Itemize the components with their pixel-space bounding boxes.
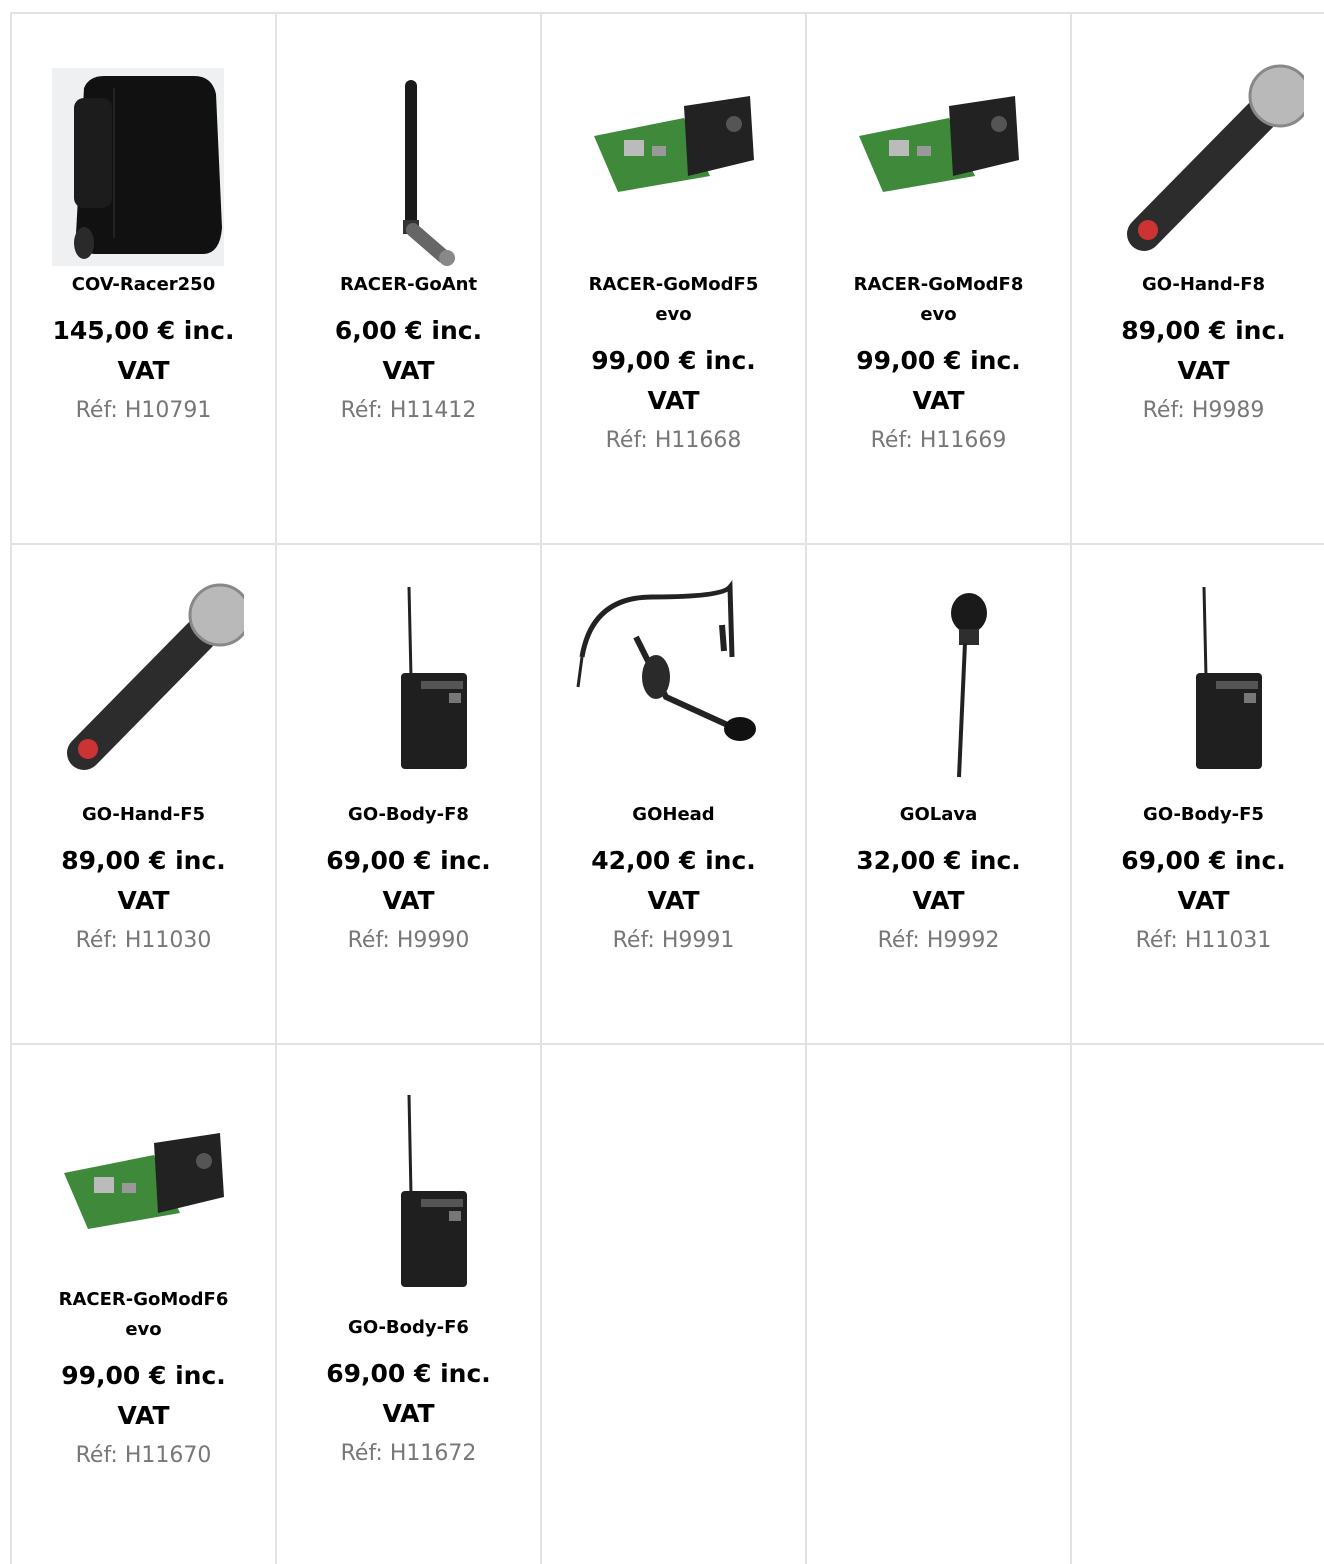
handheld-microphone-icon [1126, 64, 1304, 251]
product-name[interactable]: RACER-GoModF6 evo [12, 1285, 275, 1345]
product-image[interactable] [277, 58, 540, 268]
product-image[interactable] [277, 1095, 540, 1305]
bodypack-transmitter-icon [400, 586, 467, 769]
product-image[interactable] [542, 58, 805, 268]
product-name[interactable]: GO-Body-F5 [1072, 800, 1324, 830]
product-name[interactable]: RACER-GoModF8 evo [807, 270, 1070, 330]
product-image[interactable] [277, 577, 540, 787]
product-price: 99,00 € inc. VAT [856, 346, 1021, 415]
speaker-cover-icon [51, 68, 224, 266]
product-name[interactable]: RACER-GoModF5 evo [542, 270, 805, 330]
product-image[interactable] [542, 577, 805, 787]
grid-divider [10, 1043, 1324, 1045]
product-price: 69,00 € inc. VAT [326, 1359, 491, 1428]
product-reference: Réf: H11412 [340, 398, 477, 423]
product-price: 99,00 € inc. VAT [591, 346, 756, 415]
product-reference: Réf: H9991 [612, 928, 735, 953]
product-image[interactable] [807, 577, 1070, 787]
lavalier-microphone-icon [950, 593, 987, 778]
product-reference: Réf: H11030 [75, 928, 212, 953]
product-image[interactable] [1072, 577, 1324, 787]
bodypack-transmitter-icon [1195, 586, 1262, 769]
product-price: 32,00 € inc. VAT [856, 846, 1021, 915]
product-image[interactable] [12, 58, 275, 268]
product-price: 42,00 € inc. VAT [591, 846, 756, 915]
product-name[interactable]: RACER-GoAnt [277, 270, 540, 300]
product-name[interactable]: COV-Racer250 [12, 270, 275, 300]
product-reference: Réf: H11672 [340, 1441, 477, 1466]
product-price: 69,00 € inc. VAT [326, 846, 491, 915]
receiver-module-icon [858, 96, 1019, 192]
product-reference: Réf: H11669 [870, 428, 1007, 453]
bodypack-transmitter-icon [400, 1095, 467, 1287]
product-image[interactable] [12, 1095, 275, 1305]
product-price: 89,00 € inc. VAT [61, 846, 226, 915]
product-reference: Réf: H9989 [1142, 398, 1265, 423]
product-image[interactable] [12, 577, 275, 787]
product-reference: Réf: H11031 [1135, 928, 1272, 953]
product-name[interactable]: GO-Hand-F8 [1072, 270, 1324, 300]
product-price: 99,00 € inc. VAT [61, 1361, 226, 1430]
product-name[interactable]: GO-Body-F8 [277, 800, 540, 830]
product-name[interactable]: GO-Body-F6 [277, 1313, 540, 1343]
product-name[interactable]: GO-Hand-F5 [12, 800, 275, 830]
product-image[interactable] [1072, 58, 1324, 268]
product-name[interactable]: GOHead [542, 800, 805, 830]
grid-divider [10, 543, 1324, 545]
product-reference: Réf: H10791 [75, 398, 212, 423]
product-price: 89,00 € inc. VAT [1121, 316, 1286, 385]
product-name[interactable]: GOLava [807, 800, 1070, 830]
receiver-module-icon [593, 96, 754, 192]
product-reference: Réf: H9992 [877, 928, 1000, 953]
headset-microphone-icon [576, 580, 756, 741]
product-reference: Réf: H11670 [75, 1443, 212, 1468]
product-reference: Réf: H9990 [347, 928, 470, 953]
product-reference: Réf: H11668 [605, 428, 742, 453]
receiver-module-icon [63, 1133, 224, 1229]
antenna-icon [402, 80, 455, 266]
handheld-microphone-icon [66, 583, 244, 770]
product-image[interactable] [807, 58, 1070, 268]
product-price: 145,00 € inc. VAT [52, 316, 235, 385]
product-price: 6,00 € inc. VAT [334, 316, 483, 385]
product-price: 69,00 € inc. VAT [1121, 846, 1286, 915]
